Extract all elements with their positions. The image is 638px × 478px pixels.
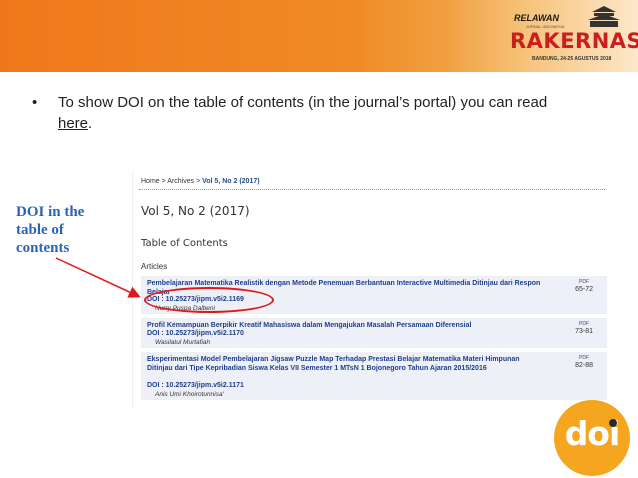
doi-logo-dot bbox=[609, 419, 617, 427]
bullet-dot-icon: • bbox=[32, 94, 38, 111]
breadcrumb-separator: > bbox=[194, 178, 203, 185]
section-heading: Articles bbox=[141, 262, 168, 271]
breadcrumb: Home > Archives > Vol 5, No 2 (2017) bbox=[141, 178, 260, 185]
doi-logo: doi bbox=[554, 400, 630, 476]
article-title[interactable]: Eksperimentasi Model Pembelajaran Jigsaw… bbox=[147, 355, 547, 373]
event-title: RAKERNAS 2 bbox=[510, 29, 638, 53]
breadcrumb-home[interactable]: Home bbox=[141, 178, 160, 185]
article-row: Eksperimentasi Model Pembelajaran Jigsaw… bbox=[141, 352, 607, 400]
article-doi[interactable]: DOI : 10.25273/jipm.v5i2.1170 bbox=[147, 330, 244, 337]
pdf-link[interactable]: PDF bbox=[579, 321, 589, 327]
article-author: Anis Umi Khoirotunnisa' bbox=[155, 391, 224, 398]
article-row: Profil Kemampuan Berpikir Kreatif Mahasi… bbox=[141, 318, 607, 348]
article-title[interactable]: Profil Kemampuan Berpikir Kreatif Mahasi… bbox=[147, 321, 547, 330]
breadcrumb-current: Vol 5, No 2 (2017) bbox=[202, 178, 260, 185]
bullet-text-end: . bbox=[88, 115, 93, 132]
doi-highlight-ellipse bbox=[144, 287, 274, 313]
article-pages: 73-81 bbox=[575, 328, 593, 335]
doi-logo-text: doi bbox=[564, 414, 621, 453]
callout-line-3: contents bbox=[16, 240, 70, 256]
pdf-link[interactable]: PDF bbox=[579, 355, 589, 361]
article-pages: 65-72 bbox=[575, 286, 593, 293]
breadcrumb-archives[interactable]: Archives bbox=[167, 178, 194, 185]
article-doi[interactable]: DOI : 10.25273/jipm.v5i2.1171 bbox=[147, 382, 244, 389]
volume-title: Vol 5, No 2 (2017) bbox=[141, 204, 250, 218]
event-date: BANDUNG, 24-25 AGUSTUS 2018 bbox=[532, 56, 612, 62]
breadcrumb-divider bbox=[139, 189, 605, 190]
bullet-text: To show DOI on the table of contents (in… bbox=[58, 92, 578, 134]
callout-line-2: table of bbox=[16, 222, 64, 238]
relawan-logo-text: RELAWAN bbox=[514, 13, 559, 23]
doi-callout-label: DOI in the table of contents bbox=[16, 203, 116, 257]
callout-line-1: DOI in the bbox=[16, 204, 85, 220]
rakernas-logo: RELAWAN JURNAL INDONESIA RAKERNAS 2 BAND… bbox=[506, 3, 638, 69]
bullet-text-main: To show DOI on the table of contents (in… bbox=[58, 94, 548, 111]
building-icon bbox=[588, 6, 620, 27]
pdf-link[interactable]: PDF bbox=[579, 279, 589, 285]
article-pages: 82-88 bbox=[575, 362, 593, 369]
article-author: Wasilatul Murtafiah bbox=[155, 339, 211, 346]
toc-heading: Table of Contents bbox=[141, 238, 228, 249]
here-link[interactable]: here bbox=[58, 115, 88, 132]
